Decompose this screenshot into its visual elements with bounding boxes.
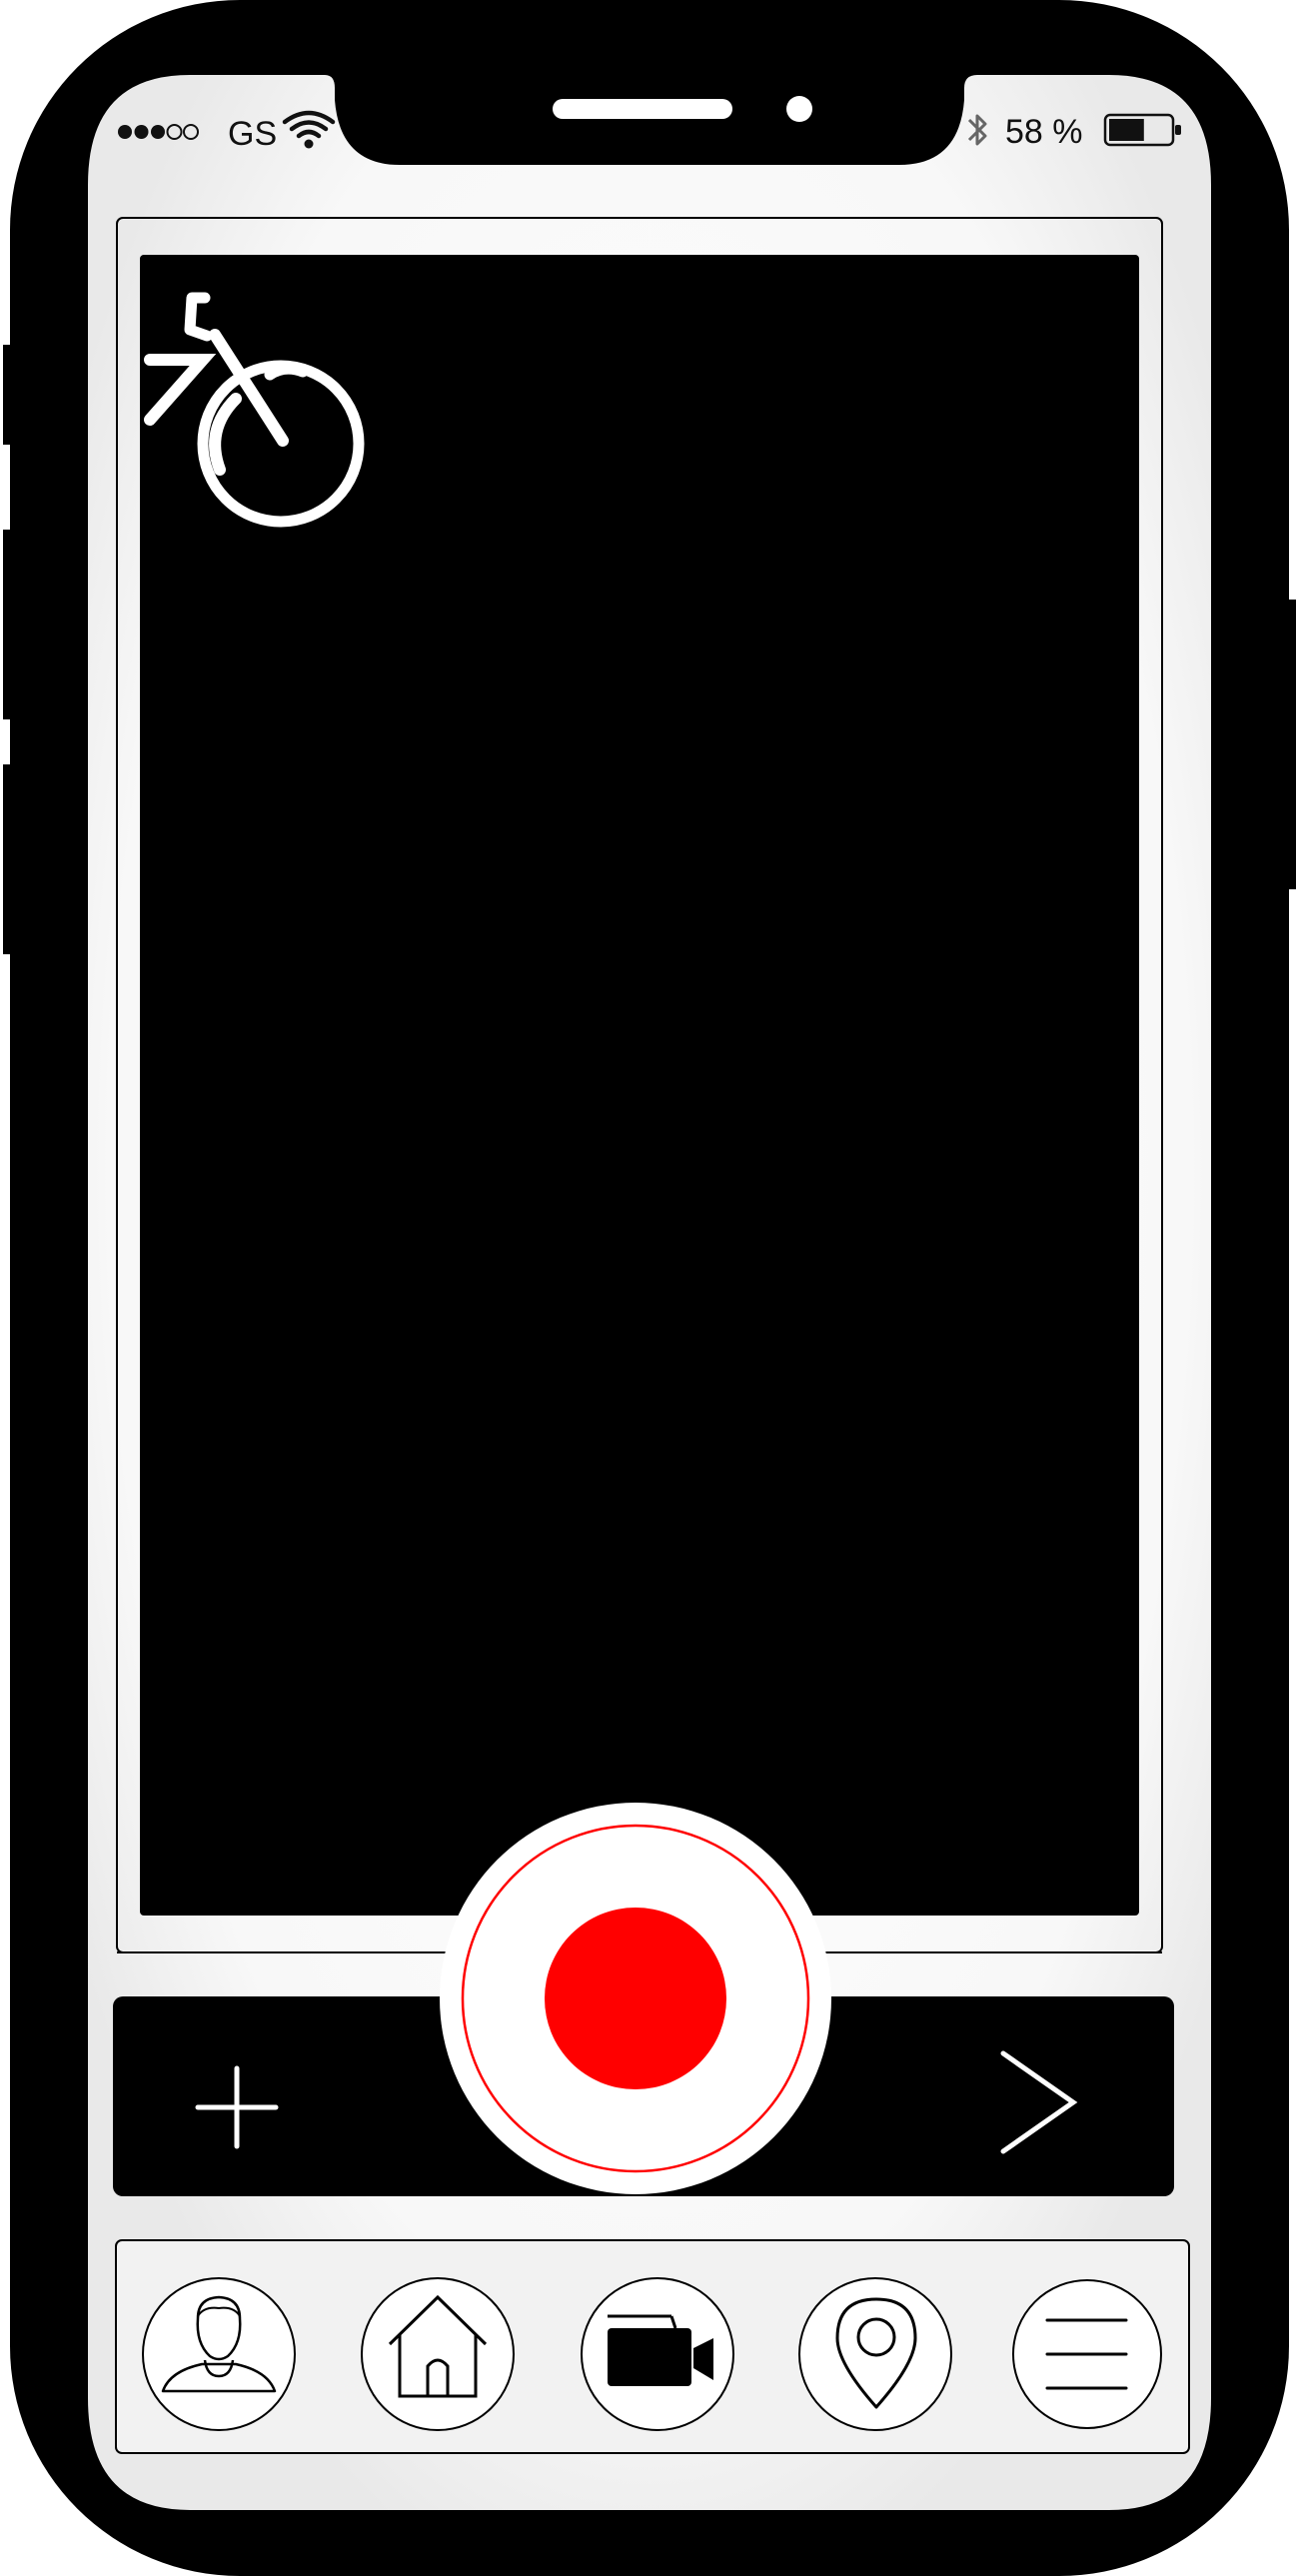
battery-level-fill: [1109, 119, 1144, 141]
earpiece-speaker: [553, 99, 732, 119]
signal-dot-filled: [151, 125, 165, 139]
signal-dot-filled: [134, 125, 149, 139]
tab-menu[interactable]: [1012, 2279, 1162, 2429]
carrier-name: GS: [228, 115, 277, 153]
phone-mockup: GS 58 %: [3, 0, 1296, 2576]
tab-camera[interactable]: [581, 2277, 734, 2431]
battery-percentage: 58 %: [1005, 113, 1083, 151]
camera-viewfinder: [140, 255, 1139, 1916]
tab-profile[interactable]: [142, 2277, 296, 2431]
front-camera: [786, 96, 812, 122]
tab-home[interactable]: [361, 2277, 515, 2431]
tab-location[interactable]: [798, 2277, 952, 2431]
signal-dot-filled: [118, 125, 132, 139]
record-icon: [545, 1908, 726, 2089]
